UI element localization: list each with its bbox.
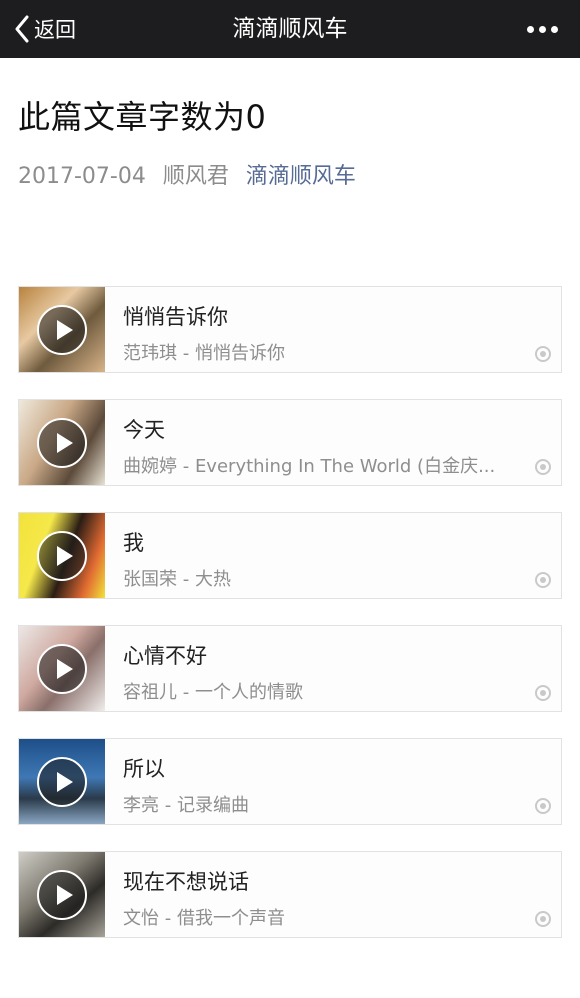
album-cover (19, 739, 105, 824)
album-cover (19, 852, 105, 937)
song-artist-album: 张国荣 - 大热 (123, 569, 231, 590)
page-title: 滴滴顺风车 (232, 16, 348, 42)
qq-music-icon (535, 798, 551, 814)
play-icon[interactable] (37, 305, 87, 355)
qq-music-icon (535, 911, 551, 927)
song-artist-album: 曲婉婷 - Everything In The World (白金庆... (123, 456, 496, 477)
qq-music-icon (535, 459, 551, 475)
author-name: 顺风君 (162, 164, 229, 189)
qq-music-icon (535, 685, 551, 701)
song-title: 现在不想说话 (123, 870, 249, 894)
play-icon[interactable] (37, 418, 87, 468)
dot (539, 25, 546, 33)
song-title: 我 (123, 531, 144, 555)
article-title: 此篇文章字数为0 (18, 98, 267, 136)
album-cover (19, 287, 105, 372)
song-artist-album: 容祖儿 - 一个人的情歌 (123, 682, 303, 703)
album-cover (19, 513, 105, 598)
qq-music-icon (535, 572, 551, 588)
music-card[interactable]: 我 张国荣 - 大热 (18, 512, 562, 599)
dot (527, 25, 534, 33)
more-dots-icon[interactable] (527, 0, 558, 58)
song-title: 所以 (123, 757, 165, 781)
play-icon[interactable] (37, 644, 87, 694)
music-card[interactable]: 现在不想说话 文怡 - 借我一个声音 (18, 851, 562, 938)
publish-date: 2017-07-04 (18, 164, 146, 189)
album-cover (19, 400, 105, 485)
music-card[interactable]: 悄悄告诉你 范玮琪 - 悄悄告诉你 (18, 286, 562, 373)
music-list: 悄悄告诉你 范玮琪 - 悄悄告诉你 今天 曲婉婷 - Everything In… (18, 286, 562, 938)
dot (551, 25, 558, 33)
article-content: 此篇文章字数为0 2017-07-04 顺风君 滴滴顺风车 悄悄告诉你 范玮琪 … (0, 92, 580, 938)
song-title: 今天 (123, 418, 165, 442)
account-link[interactable]: 滴滴顺风车 (246, 164, 356, 189)
article-meta: 2017-07-04 顺风君 滴滴顺风车 (18, 158, 562, 190)
song-artist-album: 文怡 - 借我一个声音 (123, 908, 285, 929)
back-label: 返回 (34, 18, 76, 42)
song-title: 悄悄告诉你 (123, 305, 228, 329)
play-icon[interactable] (37, 757, 87, 807)
qq-music-icon (535, 346, 551, 362)
play-icon[interactable] (37, 531, 87, 581)
music-card[interactable]: 今天 曲婉婷 - Everything In The World (白金庆... (18, 399, 562, 486)
play-icon[interactable] (37, 870, 87, 920)
song-artist-album: 李亮 - 记录编曲 (123, 795, 249, 816)
song-artist-album: 范玮琪 - 悄悄告诉你 (123, 343, 285, 364)
music-card[interactable]: 所以 李亮 - 记录编曲 (18, 738, 562, 825)
chevron-left-icon (15, 15, 29, 43)
music-card[interactable]: 心情不好 容祖儿 - 一个人的情歌 (18, 625, 562, 712)
navbar: 返回 滴滴顺风车 (0, 0, 580, 58)
album-cover (19, 626, 105, 711)
song-title: 心情不好 (123, 644, 207, 668)
back-button[interactable]: 返回 (14, 0, 76, 58)
